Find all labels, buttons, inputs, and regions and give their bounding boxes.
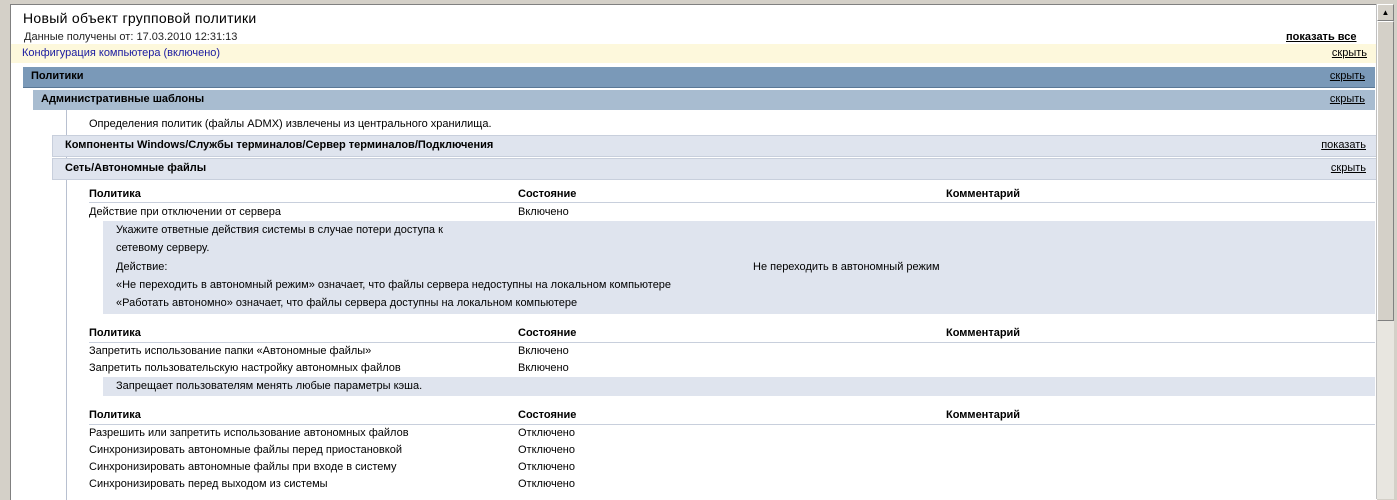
offline-files-label: Сеть/Автономные файлы — [65, 162, 207, 174]
header-divider — [89, 424, 1375, 425]
policy-state: Отключено — [518, 444, 575, 456]
col-header-state: Состояние — [518, 327, 577, 339]
col-header-comment: Комментарий — [946, 188, 1021, 200]
computer-config-section: Конфигурация компьютера (включено) скрыт… — [11, 44, 1377, 63]
policy-state: Включено — [518, 345, 569, 357]
policy-state: Включено — [518, 206, 569, 218]
col-header-comment: Комментарий — [946, 409, 1021, 421]
policy-state: Включено — [518, 362, 569, 374]
admx-note: Определения политик (файлы ADMX) извлече… — [89, 118, 492, 130]
explain-line: Запрещает пользователям менять любые пар… — [116, 380, 423, 392]
policy-state: Отключено — [518, 478, 575, 490]
explain-line: «Работать автономно» означает, что файлы… — [116, 297, 578, 309]
received-timestamp: Данные получены от: 17.03.2010 12:31:13 — [24, 31, 238, 43]
scroll-up-arrow-icon[interactable]: ▲ — [1377, 4, 1394, 21]
win-components-label: Компоненты Windows/Службы терминалов/Сер… — [65, 139, 494, 151]
policy-explanation: Запрещает пользователям менять любые пар… — [103, 377, 1375, 396]
policy-name: Запретить использование папки «Автономны… — [89, 345, 372, 357]
policies-section: Политики скрыть — [23, 67, 1375, 88]
col-header-comment: Комментарий — [946, 327, 1021, 339]
report-frame: Новый объект групповой политики Данные п… — [10, 4, 1377, 500]
col-header-state: Состояние — [518, 188, 577, 200]
policy-state: Отключено — [518, 461, 575, 473]
policy-explanation: Укажите ответные действия системы в случ… — [103, 221, 1375, 314]
report-title: Новый объект групповой политики — [23, 10, 257, 26]
admin-templates-label: Административные шаблоны — [41, 93, 205, 105]
policy-name: Запретить пользовательскую настройку авт… — [89, 362, 401, 374]
action-label: Действие: — [116, 261, 168, 273]
win-components-section: Компоненты Windows/Службы терминалов/Сер… — [52, 135, 1377, 157]
vertical-scrollbar[interactable]: ▲ — [1376, 4, 1394, 499]
explain-line: Укажите ответные действия системы в случ… — [116, 224, 443, 236]
explain-line: сетевому серверу. — [116, 242, 210, 254]
action-value: Не переходить в автономный режим — [753, 261, 940, 273]
policy-name: Синхронизировать перед выходом из систем… — [89, 478, 328, 490]
admin-templates-section: Административные шаблоны скрыть — [33, 90, 1375, 110]
show-all-link[interactable]: показать все — [1286, 31, 1357, 43]
computer-config-label: Конфигурация компьютера (включено) — [22, 47, 221, 59]
offline-files-section: Сеть/Автономные файлы скрыть — [52, 158, 1377, 180]
policy-name: Синхронизировать автономные файлы при вх… — [89, 461, 397, 473]
policies-label: Политики — [31, 70, 84, 82]
col-header-policy: Политика — [89, 188, 141, 200]
header-divider — [89, 342, 1375, 343]
policy-name: Действие при отключении от сервера — [89, 206, 282, 218]
offline-files-hide-link[interactable]: скрыть — [1331, 162, 1366, 174]
policy-state: Отключено — [518, 427, 575, 439]
col-header-state: Состояние — [518, 409, 577, 421]
col-header-policy: Политика — [89, 327, 141, 339]
scroll-thumb[interactable] — [1377, 21, 1394, 321]
header-divider — [89, 202, 1375, 203]
policy-name: Разрешить или запретить использование ав… — [89, 427, 409, 439]
win-components-show-link[interactable]: показать — [1321, 139, 1366, 151]
col-header-policy: Политика — [89, 409, 141, 421]
explain-line: «Не переходить в автономный режим» означ… — [116, 279, 672, 291]
computer-config-hide-link[interactable]: скрыть — [1332, 47, 1367, 59]
admin-templates-hide-link[interactable]: скрыть — [1330, 93, 1365, 105]
policies-hide-link[interactable]: скрыть — [1330, 70, 1365, 82]
policy-name: Синхронизировать автономные файлы перед … — [89, 444, 402, 456]
